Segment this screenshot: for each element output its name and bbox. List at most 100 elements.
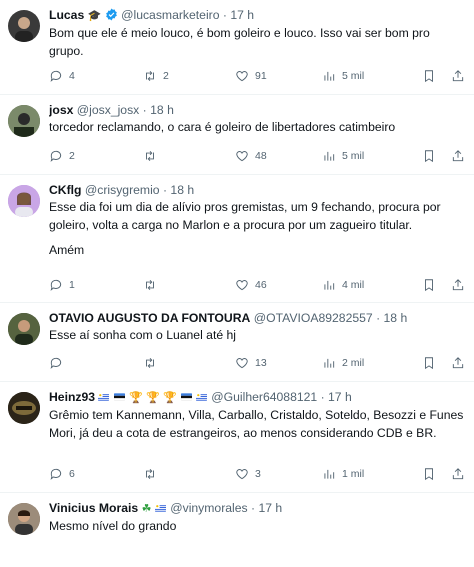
separator-dot: · xyxy=(376,311,381,325)
tweet-actions: 2 48 5 mil xyxy=(49,148,466,164)
author-handle[interactable]: @OTAVIOA89282557 xyxy=(254,311,373,325)
tweet[interactable]: Vinicius Morais ☘ @vinymorales · 17 h Me… xyxy=(0,493,474,567)
share-icon xyxy=(452,70,464,82)
tweet[interactable]: Heinz93 🏆 🏆 🏆 @Guilher64088121 · 17 h Gr… xyxy=(0,382,474,493)
author-name[interactable]: josx xyxy=(49,103,73,117)
bookmark-button[interactable] xyxy=(422,466,436,482)
timestamp[interactable]: 17 h xyxy=(328,390,352,404)
author-name[interactable]: OTAVIO AUGUSTO DA FONTOURA xyxy=(49,311,250,325)
tweet-paragraph: Esse dia foi um dia de alívio pros gremi… xyxy=(49,200,441,232)
tweet-paragraph: Esse aí sonha com o Luanel até hj xyxy=(49,328,236,342)
tweet-text: Bom que ele é meio louco, é bom goleiro … xyxy=(49,25,466,60)
tweet-actions: 1 46 4 mil xyxy=(49,277,466,293)
tweet-actions: 6 3 1 mil xyxy=(49,466,466,482)
author-handle[interactable]: @josx_josx xyxy=(77,103,140,117)
reply-icon xyxy=(50,468,62,480)
view-count: 5 mil xyxy=(342,150,365,162)
views-button[interactable]: 2 mil xyxy=(322,355,364,371)
reply-button[interactable] xyxy=(49,355,63,371)
view-count: 5 mil xyxy=(342,70,365,82)
author-handle[interactable]: @lucasmarketeiro xyxy=(121,8,219,22)
view-count: 2 mil xyxy=(342,357,365,369)
tweet[interactable]: Lucas 🎓 @lucasmarketeiro · 17 h Bom que … xyxy=(0,0,474,95)
share-button[interactable] xyxy=(451,466,465,482)
author-handle[interactable]: @crisygremio xyxy=(85,183,160,197)
retweet-icon xyxy=(146,358,154,368)
author-handle[interactable]: @Guilher64088121 xyxy=(211,390,317,404)
retweet-button[interactable]: 2 xyxy=(143,68,169,84)
like-count: 48 xyxy=(255,150,267,162)
heart-icon xyxy=(236,469,248,480)
separator-dot: · xyxy=(222,8,227,22)
share-button[interactable] xyxy=(451,355,465,371)
trophy-icon: 🏆 xyxy=(146,392,161,404)
reply-count: 1 xyxy=(69,279,75,291)
like-count: 3 xyxy=(255,468,261,480)
avatar[interactable] xyxy=(8,10,40,42)
tweet-paragraph: Amém xyxy=(49,243,85,257)
timestamp[interactable]: 18 h xyxy=(150,103,174,117)
author-name[interactable]: CKflg xyxy=(49,183,82,197)
views-chart-icon xyxy=(324,71,335,81)
like-button[interactable]: 91 xyxy=(235,68,267,84)
bookmark-button[interactable] xyxy=(422,68,436,84)
tweet-paragraph: Mesmo nível do grando xyxy=(49,519,177,533)
bookmark-button[interactable] xyxy=(422,277,436,293)
tweet-header: Vinicius Morais ☘ @vinymorales · 17 h xyxy=(49,500,466,517)
views-button[interactable]: 5 mil xyxy=(322,68,364,84)
timestamp[interactable]: 18 h xyxy=(384,311,408,325)
avatar[interactable] xyxy=(8,105,40,137)
verified-badge-icon xyxy=(105,8,117,21)
tweet-paragraph: Grêmio tem Kannemann, Villa, Carballo, C… xyxy=(49,408,464,440)
views-button[interactable]: 1 mil xyxy=(322,466,364,482)
author-name[interactable]: Lucas xyxy=(49,8,84,22)
tweet-text: Grêmio tem Kannemann, Villa, Carballo, C… xyxy=(49,407,466,442)
like-button[interactable]: 46 xyxy=(235,277,267,293)
bookmark-icon xyxy=(425,70,433,83)
like-button[interactable]: 13 xyxy=(235,355,267,371)
tweet[interactable]: CKflg @crisygremio · 18 h Esse dia foi u… xyxy=(0,175,474,303)
like-button[interactable]: 3 xyxy=(235,466,261,482)
timestamp[interactable]: 17 h xyxy=(230,8,254,22)
avatar[interactable] xyxy=(8,313,40,345)
timestamp[interactable]: 18 h xyxy=(170,183,194,197)
reply-button[interactable]: 6 xyxy=(49,466,75,482)
heart-icon xyxy=(236,71,248,82)
avatar[interactable] xyxy=(8,503,40,535)
reply-button[interactable]: 2 xyxy=(49,148,75,164)
tweet-paragraph: Bom que ele é meio louco, é bom goleiro … xyxy=(49,26,430,58)
views-button[interactable]: 4 mil xyxy=(322,277,364,293)
reply-count: 4 xyxy=(69,70,75,82)
timestamp[interactable]: 17 h xyxy=(258,501,282,515)
views-button[interactable]: 5 mil xyxy=(322,148,364,164)
share-button[interactable] xyxy=(451,148,465,164)
like-count: 46 xyxy=(255,279,267,291)
share-button[interactable] xyxy=(451,68,465,84)
like-button[interactable]: 48 xyxy=(235,148,267,164)
tweet[interactable]: josx @josx_josx · 18 h torcedor reclaman… xyxy=(0,95,474,175)
bookmark-button[interactable] xyxy=(422,355,436,371)
avatar[interactable] xyxy=(8,185,40,217)
tweet-text: Esse aí sonha com o Luanel até hj xyxy=(49,327,466,345)
author-name[interactable]: Heinz93 xyxy=(49,390,95,404)
bookmark-button[interactable] xyxy=(422,148,436,164)
retweet-icon xyxy=(146,71,154,81)
bookmark-icon xyxy=(425,468,433,481)
retweet-button[interactable] xyxy=(143,277,157,293)
reply-button[interactable]: 1 xyxy=(49,277,75,293)
avatar[interactable] xyxy=(8,392,40,424)
retweet-button[interactable] xyxy=(143,466,157,482)
tweet[interactable]: OTAVIO AUGUSTO DA FONTOURA @OTAVIOA89282… xyxy=(0,303,474,382)
tweet-paragraph: torcedor reclamando, o cara é goleiro de… xyxy=(49,120,396,134)
author-name[interactable]: Vinicius Morais xyxy=(49,501,138,515)
author-handle[interactable]: @vinymorales xyxy=(170,501,247,515)
retweet-button[interactable] xyxy=(143,148,157,164)
uruguay-flag-icon xyxy=(195,393,207,401)
tweet-header: Heinz93 🏆 🏆 🏆 @Guilher64088121 · 17 h xyxy=(49,389,466,406)
uruguay-flag-icon xyxy=(98,393,110,401)
separator-dot: · xyxy=(142,103,147,117)
reply-button[interactable]: 4 xyxy=(49,68,75,84)
share-button[interactable] xyxy=(451,277,465,293)
retweet-button[interactable] xyxy=(143,355,157,371)
view-count: 1 mil xyxy=(342,468,365,480)
